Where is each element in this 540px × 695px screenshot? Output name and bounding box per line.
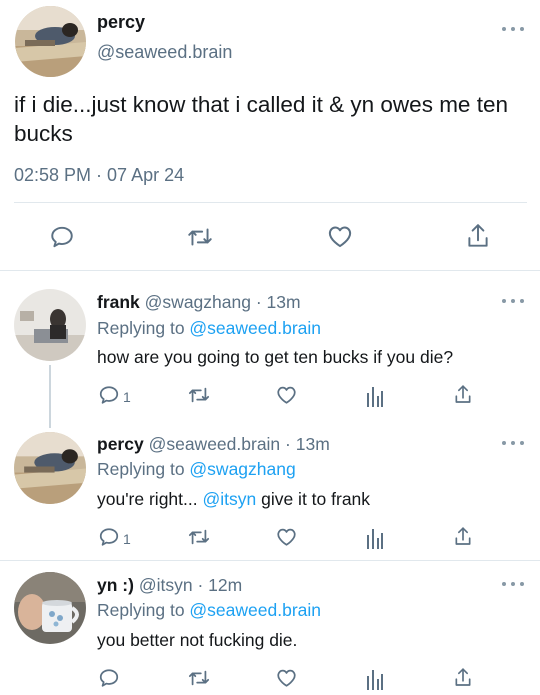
replying-prefix: Replying to: [97, 318, 190, 338]
share-icon[interactable]: [453, 525, 473, 548]
more-icon[interactable]: [502, 24, 524, 34]
reply-author-handle[interactable]: @itsyn: [139, 575, 193, 595]
replying-to: Replying to @swagzhang: [97, 459, 296, 480]
analytics-icon[interactable]: [366, 385, 384, 407]
reply-header: yn :) @itsyn · 12m: [97, 575, 242, 596]
author-handle[interactable]: @seaweed.brain: [97, 42, 232, 63]
reply-icon[interactable]: [98, 384, 120, 406]
replying-to: Replying to @seaweed.brain: [97, 318, 321, 339]
reply-header: percy @seaweed.brain · 13m: [97, 434, 330, 455]
reply-text: how are you going to get ten bucks if yo…: [97, 347, 454, 367]
retweet-icon[interactable]: [187, 667, 211, 689]
share-icon[interactable]: [453, 383, 473, 406]
retweet-icon[interactable]: [187, 526, 211, 548]
reply-author-handle[interactable]: @swagzhang: [145, 292, 251, 312]
reply-text: you're right... @itsyn give it to frank: [97, 489, 370, 510]
reply-icon[interactable]: [98, 667, 120, 689]
replying-to-link[interactable]: @seaweed.brain: [189, 600, 321, 620]
avatar-yn[interactable]: [14, 572, 86, 644]
reply-count: 1: [123, 531, 131, 547]
thread-line: [49, 365, 51, 428]
reply-icon[interactable]: [49, 224, 75, 250]
replying-to: Replying to @seaweed.brain: [97, 600, 321, 621]
divider: [0, 270, 540, 271]
more-icon[interactable]: [502, 438, 524, 448]
replying-to-link[interactable]: @seaweed.brain: [189, 318, 321, 338]
reply-age: 13m: [295, 434, 330, 454]
retweet-icon[interactable]: [186, 224, 214, 250]
tweet-text: if i die...just know that i called it & …: [14, 92, 508, 146]
more-icon[interactable]: [502, 296, 524, 306]
like-icon[interactable]: [275, 384, 298, 406]
replying-to-link[interactable]: @swagzhang: [189, 459, 295, 479]
avatar-percy[interactable]: [15, 6, 86, 77]
reply-icon[interactable]: [98, 526, 120, 548]
like-icon[interactable]: [275, 526, 298, 548]
reply-author-name[interactable]: frank: [97, 292, 140, 312]
more-icon[interactable]: [502, 579, 524, 589]
divider: [14, 202, 527, 203]
replying-prefix: Replying to: [97, 600, 190, 620]
avatar-frank[interactable]: [14, 289, 86, 361]
replying-prefix: Replying to: [97, 459, 190, 479]
reply-author-name[interactable]: yn :): [97, 575, 134, 595]
reply-author-handle[interactable]: @seaweed.brain: [149, 434, 281, 454]
separator: ·: [280, 434, 296, 454]
retweet-icon[interactable]: [187, 384, 211, 406]
divider: [0, 560, 540, 561]
reply-count: 1: [123, 389, 131, 405]
reply-text-after: give it to frank: [256, 489, 371, 509]
separator: ·: [250, 292, 267, 312]
like-icon[interactable]: [275, 667, 298, 689]
analytics-icon[interactable]: [366, 527, 384, 549]
analytics-icon[interactable]: [366, 668, 384, 690]
tweet-timestamp[interactable]: 02:58 PM · 07 Apr 24: [14, 165, 184, 186]
reply-text-before: you're right...: [97, 489, 203, 509]
author-name[interactable]: percy: [97, 12, 145, 33]
reply-author-name[interactable]: percy: [97, 434, 144, 454]
share-icon[interactable]: [465, 222, 491, 250]
separator: ·: [192, 575, 209, 595]
reply-text: you better not fucking die.: [97, 630, 298, 650]
avatar-percy[interactable]: [14, 432, 86, 504]
share-icon[interactable]: [453, 666, 473, 689]
reply-age: 13m: [266, 292, 301, 312]
reply-header: frank @swagzhang · 13m: [97, 292, 301, 313]
mention-link[interactable]: @itsyn: [202, 489, 256, 509]
reply-age: 12m: [208, 575, 243, 595]
like-icon[interactable]: [326, 223, 354, 250]
